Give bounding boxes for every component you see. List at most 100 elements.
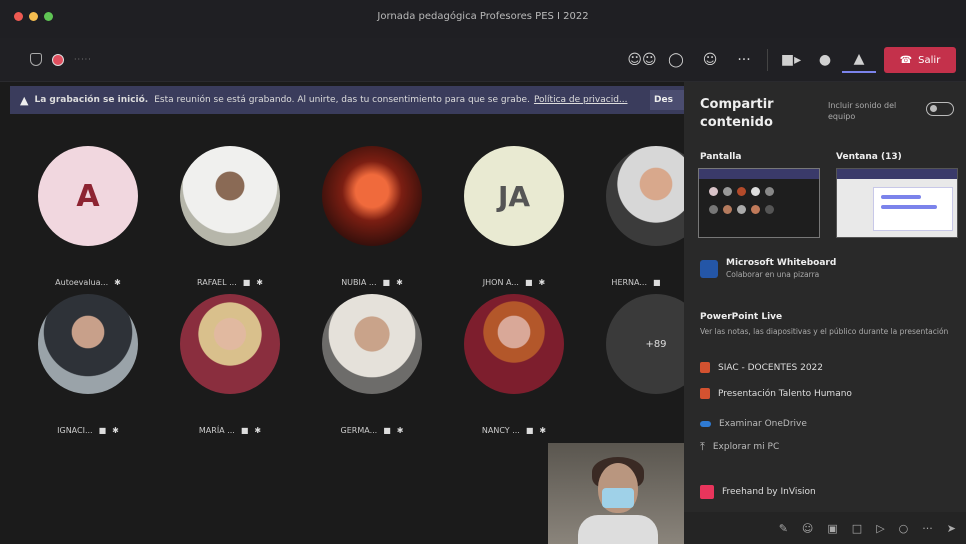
participant-name: JHON A... [482,278,519,287]
ppt-file-name: Presentación Talento Humano [718,388,852,399]
camera-off-icon: ■ [653,278,661,287]
mic-off-icon: ✱ [114,278,121,287]
whiteboard-option[interactable]: Microsoft Whiteboard Colaborar en una pi… [700,258,836,279]
shield-icon [30,53,42,66]
format-icon[interactable]: ✎ [779,522,788,535]
camera-off-icon: ■ [524,278,533,287]
meet-now-icon[interactable]: ▷ [876,522,884,535]
praise-icon[interactable]: ○ [899,522,909,535]
dismiss-banner-button[interactable]: Des [650,90,684,110]
camera-off-icon: ■ [98,426,107,435]
leave-button[interactable]: ☎ Salir [884,47,956,73]
camera-off-icon: ■ [525,426,534,435]
participant-name: IGNACI... [57,426,93,435]
participant-name: GERMA... [340,426,378,435]
people-icon: ☺☺ [627,52,657,68]
screen-section-label: Pantalla [700,152,742,162]
avatar: A [38,146,138,246]
camera-off-icon: ■ [383,426,391,435]
camera-off-icon: ■ [242,278,251,287]
thumbnail-avatar [723,187,732,196]
mic-button[interactable]: ● [808,47,842,73]
participant-name: Autoevalua... [55,278,109,287]
participant-tile[interactable]: HERNA... ■ [588,146,684,296]
mic-icon: ● [818,52,832,68]
recording-banner: ▲ La grabación se inició. Esta reunión s… [10,86,684,114]
privacy-policy-link[interactable]: Política de privacid... [534,95,628,105]
camera-button[interactable]: ■▸ [774,47,808,73]
meeting-timer: ····· [74,55,92,64]
window-section-label: Ventana (13) [836,152,902,162]
avatar [606,146,684,246]
participant-name: MARÍA ... [198,426,235,435]
sticker-icon[interactable]: □ [852,522,862,535]
participant-name: NUBIA ... [341,278,377,287]
thumbnail-avatar [709,205,718,214]
browse-onedrive-link[interactable]: Examinar OneDrive [700,419,807,429]
thumbnail-titlebar [837,169,957,179]
avatar [464,294,564,394]
onedrive-icon [700,421,711,427]
thumbnail-avatar [709,187,718,196]
chat-compose-toolbar: ✎ ☺ ▣ □ ▷ ○ ··· ➤ [684,512,966,544]
self-video-preview[interactable] [548,443,684,544]
meeting-toolbar: ····· ☺☺ ◯ ☺ ··· ■▸ ● ▲ ☎ Salir [0,38,966,82]
avatar [180,146,280,246]
window-title: Jornada pedagógica Profesores PES I 2022 [377,11,589,22]
banner-text: Esta reunión se está grabando. Al unirte… [154,95,530,105]
avatar: JA [464,146,564,246]
participant-tile[interactable]: RAFAEL ... ■ ✱ [162,146,292,296]
participant-tile[interactable]: NANCY ... ■ ✱ [446,294,576,444]
participant-tile[interactable]: JA JHON A... ■ ✱ [446,146,576,296]
more-icon: ··· [737,52,751,68]
window-share-thumbnail[interactable] [836,168,958,238]
more-actions-button[interactable]: ··· [727,47,761,73]
whiteboard-title: Microsoft Whiteboard [726,258,837,268]
mic-off-icon: ✱ [112,426,119,435]
participant-tile[interactable]: A Autoevalua... ✱ [20,146,150,296]
thumbnail-avatar [751,205,760,214]
mic-off-icon: ✱ [396,278,403,287]
freehand-option[interactable]: Freehand by InVision [700,485,816,499]
chat-icon: ◯ [668,52,684,68]
freehand-label: Freehand by InVision [722,487,816,497]
emoji-icon[interactable]: ☺ [802,522,813,535]
system-sound-toggle[interactable] [926,102,954,116]
thumbnail-text-line [881,195,921,199]
more-options-icon[interactable]: ··· [922,522,933,535]
overflow-tile[interactable]: +89 [588,294,684,444]
toolbar-divider [767,49,768,71]
screen-share-thumbnail[interactable] [698,168,820,238]
browse-onedrive-label: Examinar OneDrive [719,419,807,429]
thumbnail-avatar [751,187,760,196]
mic-off-icon: ✱ [539,426,547,435]
participant-tile[interactable]: MARÍA ... ■ ✱ [162,294,292,444]
reactions-button[interactable]: ☺ [693,47,727,73]
camera-off-icon: ■ [240,426,249,435]
avatar [180,294,280,394]
warning-icon: ▲ [20,93,29,107]
ppt-file-item[interactable]: SIAC - DOCENTES 2022 [700,362,823,373]
system-sound-label: Incluir sonido del equipo [828,101,897,121]
share-icon: ▲ [853,51,865,67]
participant-tile[interactable]: NUBIA ... ■ ✱ [304,146,434,296]
thumbnail-text-line [881,205,937,209]
powerpoint-live-title: PowerPoint Live [700,312,783,322]
chat-button[interactable]: ◯ [659,47,693,73]
reactions-icon: ☺ [702,52,718,68]
send-icon[interactable]: ➤ [947,522,956,535]
powerpoint-live-description: Ver las notas, las diapositivas y el púb… [700,327,949,336]
participant-tile[interactable]: IGNACI... ■ ✱ [20,294,150,444]
self-video-shirt [578,515,658,544]
thumbnail-avatar [765,205,774,214]
gif-icon[interactable]: ▣ [827,522,837,535]
participants-button[interactable]: ☺☺ [625,47,659,73]
share-button[interactable]: ▲ [842,47,876,73]
ppt-file-item[interactable]: Presentación Talento Humano [700,388,852,399]
powerpoint-icon [700,388,710,399]
mic-off-icon: ✱ [256,278,263,287]
thumbnail-avatar [765,187,774,196]
thumbnail-titlebar [699,169,819,179]
participant-tile[interactable]: GERMA... ■ ✱ [304,294,434,444]
browse-pc-link[interactable]: ⤒ Explorar mi PC [700,440,779,454]
